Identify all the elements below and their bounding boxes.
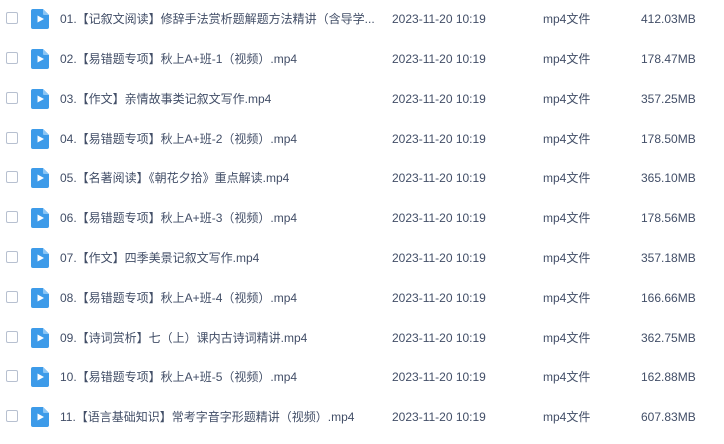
file-size: 357.25MB (641, 91, 696, 106)
row-checkbox[interactable] (6, 91, 18, 104)
file-modified-time: 2023-11-20 10:19 (392, 91, 486, 106)
file-name[interactable]: 02.【易错题专项】秋上A+班-1（视频）.mp4 (60, 51, 380, 67)
file-row[interactable]: 09.【诗词赏析】七（上）课内古诗词精讲.mp4 2023-11-20 10:1… (0, 319, 724, 359)
row-checkbox[interactable] (6, 370, 18, 383)
file-list: 01.【记叙文阅读】修辞手法赏析题解题方法精讲（含导学... 2023-11-2… (0, 0, 724, 444)
file-modified-time: 2023-11-20 10:19 (392, 211, 486, 226)
file-modified-time: 2023-11-20 10:19 (392, 290, 486, 305)
file-size: 178.50MB (641, 131, 696, 146)
row-checkbox[interactable] (6, 290, 18, 303)
file-size: 607.83MB (641, 410, 696, 425)
file-name[interactable]: 10.【易错题专项】秋上A+班-5（视频）.mp4 (60, 369, 380, 385)
row-checkbox[interactable] (6, 330, 18, 343)
video-file-icon (31, 287, 49, 308)
file-name[interactable]: 09.【诗词赏析】七（上）课内古诗词精讲.mp4 (60, 330, 380, 346)
file-row[interactable]: 02.【易错题专项】秋上A+班-1（视频）.mp4 2023-11-20 10:… (0, 40, 724, 80)
file-type: mp4文件 (543, 370, 591, 385)
file-type: mp4文件 (543, 171, 591, 186)
video-file-icon (31, 9, 49, 29)
video-file-icon (31, 327, 49, 348)
row-checkbox[interactable] (6, 131, 18, 144)
file-size: 357.18MB (641, 250, 696, 265)
file-name[interactable]: 11.【语言基础知识】常考字音字形题精讲（视频）.mp4 (60, 409, 380, 425)
file-modified-time: 2023-11-20 10:19 (392, 52, 486, 66)
file-row[interactable]: 01.【记叙文阅读】修辞手法赏析题解题方法精讲（含导学... 2023-11-2… (0, 0, 724, 40)
file-modified-time: 2023-11-20 10:19 (392, 250, 486, 265)
file-size: 178.47MB (641, 52, 696, 66)
file-name[interactable]: 06.【易错题专项】秋上A+班-3（视频）.mp4 (60, 210, 380, 226)
file-size: 162.88MB (641, 370, 696, 385)
file-type: mp4文件 (543, 250, 591, 265)
video-file-icon (31, 247, 49, 268)
file-type: mp4文件 (543, 131, 591, 146)
video-file-icon (31, 88, 49, 109)
file-row[interactable]: 10.【易错题专项】秋上A+班-5（视频）.mp4 2023-11-20 10:… (0, 358, 724, 398)
file-modified-time: 2023-11-20 10:19 (392, 171, 486, 186)
file-size: 166.66MB (641, 290, 696, 305)
file-size: 412.03MB (641, 12, 696, 26)
row-checkbox[interactable] (6, 12, 18, 24)
file-type: mp4文件 (543, 12, 591, 26)
row-checkbox[interactable] (6, 250, 18, 263)
file-size: 178.56MB (641, 211, 696, 226)
file-type: mp4文件 (543, 330, 591, 345)
video-file-icon (31, 208, 49, 229)
file-type: mp4文件 (543, 52, 591, 66)
row-checkbox[interactable] (6, 171, 18, 184)
file-modified-time: 2023-11-20 10:19 (392, 131, 486, 146)
file-row[interactable]: 05.【名著阅读】《朝花夕拾》重点解读.mp4 2023-11-20 10:19… (0, 159, 724, 199)
file-size: 365.10MB (641, 171, 696, 186)
file-name[interactable]: 03.【作文】亲情故事类记叙文写作.mp4 (60, 91, 380, 107)
file-name[interactable]: 07.【作文】四季美景记叙文写作.mp4 (60, 250, 380, 266)
file-modified-time: 2023-11-20 10:19 (392, 370, 486, 385)
row-checkbox[interactable] (6, 211, 18, 224)
file-name[interactable]: 08.【易错题专项】秋上A+班-4（视频）.mp4 (60, 290, 380, 306)
file-modified-time: 2023-11-20 10:19 (392, 410, 486, 425)
file-row[interactable]: 04.【易错题专项】秋上A+班-2（视频）.mp4 2023-11-20 10:… (0, 120, 724, 160)
file-row[interactable]: 08.【易错题专项】秋上A+班-4（视频）.mp4 2023-11-20 10:… (0, 279, 724, 319)
file-modified-time: 2023-11-20 10:19 (392, 330, 486, 345)
file-type: mp4文件 (543, 290, 591, 305)
video-file-icon (31, 367, 49, 388)
file-name[interactable]: 04.【易错题专项】秋上A+班-2（视频）.mp4 (60, 131, 380, 147)
row-checkbox[interactable] (6, 410, 18, 423)
file-type: mp4文件 (543, 91, 591, 106)
file-row[interactable]: 07.【作文】四季美景记叙文写作.mp4 2023-11-20 10:19 mp… (0, 239, 724, 279)
video-file-icon (31, 407, 49, 428)
file-name[interactable]: 05.【名著阅读】《朝花夕拾》重点解读.mp4 (60, 170, 380, 186)
video-file-icon (31, 128, 49, 149)
file-type: mp4文件 (543, 410, 591, 425)
file-size: 362.75MB (641, 330, 696, 345)
file-modified-time: 2023-11-20 10:19 (392, 12, 486, 26)
file-name[interactable]: 01.【记叙文阅读】修辞手法赏析题解题方法精讲（含导学... (60, 11, 380, 27)
file-row[interactable]: 03.【作文】亲情故事类记叙文写作.mp4 2023-11-20 10:19 m… (0, 80, 724, 120)
file-type: mp4文件 (543, 211, 591, 226)
video-file-icon (31, 168, 49, 189)
video-file-icon (31, 49, 49, 69)
file-row[interactable]: 11.【语言基础知识】常考字音字形题精讲（视频）.mp4 2023-11-20 … (0, 398, 724, 438)
row-checkbox[interactable] (6, 52, 18, 64)
file-row[interactable]: 06.【易错题专项】秋上A+班-3（视频）.mp4 2023-11-20 10:… (0, 199, 724, 239)
